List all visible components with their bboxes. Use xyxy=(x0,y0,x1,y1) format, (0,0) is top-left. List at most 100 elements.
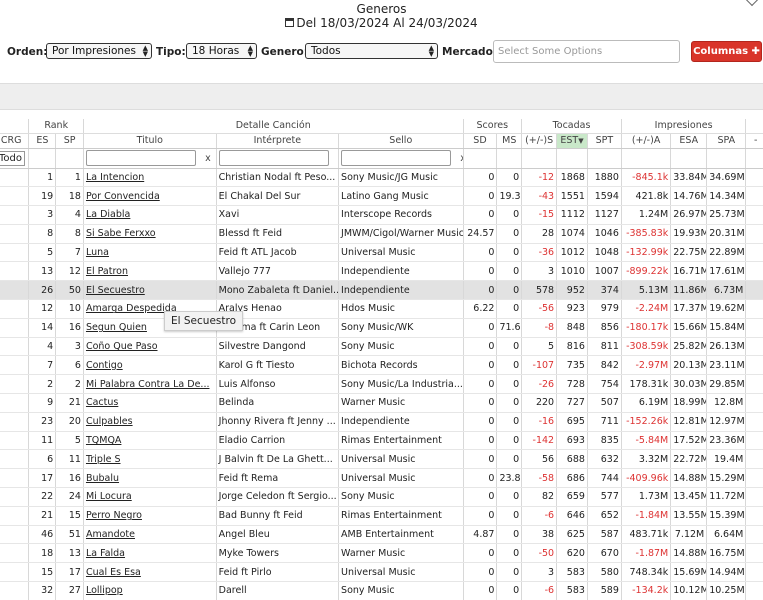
group-rank: Rank xyxy=(28,119,84,134)
table-row[interactable]: 14 16 Segun Quien Maluma ft Carin Leon Sony … xyxy=(0,318,763,338)
cell-last xyxy=(745,525,763,545)
cell-td: -6 xyxy=(521,506,558,526)
cell-sello: Independiente xyxy=(338,412,464,432)
cell-last xyxy=(745,337,763,357)
cell-interprete: Darell xyxy=(216,581,340,600)
col-tocadas-delta[interactable]: (+/-)S xyxy=(521,133,558,149)
song-title-link[interactable]: Cual Es Esa xyxy=(86,567,141,578)
song-title-link[interactable]: Luna xyxy=(86,247,109,258)
song-title-link[interactable]: La Intencion xyxy=(86,172,144,183)
cell-ms: 0 xyxy=(496,337,523,357)
song-title-link[interactable]: Por Convencida xyxy=(86,191,160,202)
table-row[interactable]: 23 20 Culpables Jhonny Rivera ft Jenny ... I… xyxy=(0,412,763,432)
col-es[interactable]: ES xyxy=(28,133,57,149)
crg-filter-select[interactable]: Todo xyxy=(0,150,25,166)
cell-id: 483.71k xyxy=(621,525,672,545)
table-row[interactable]: 13 12 El Patron Vallejo 777 Independiente 0 0 3… xyxy=(0,261,763,282)
table-row[interactable]: 21 15 Perro Negro Bad Bunny ft Feid Rimas En… xyxy=(0,506,763,526)
table-row[interactable]: 6 11 Triple S J Balvin ft De La Ghett... Uni… xyxy=(0,449,763,470)
table-row[interactable]: 15 17 Cual Es Esa Feid ft Pirlo Universal Mu… xyxy=(0,562,763,583)
song-title-link[interactable]: Mi Locura xyxy=(86,491,132,502)
col-spt[interactable]: SPT xyxy=(587,133,622,149)
col-interprete[interactable]: Intérprete xyxy=(216,133,340,149)
table-row[interactable]: 17 16 Bubalu Feid ft Rema Universal Music 0 23… xyxy=(0,468,763,489)
song-title-link[interactable]: La Diabla xyxy=(86,209,130,220)
table-row[interactable]: 2 2 Mi Palabra Contra La De... Luis Alfonso… xyxy=(0,374,763,395)
song-title-link[interactable]: Perro Negro xyxy=(86,510,142,521)
table-row[interactable]: 7 6 Contigo Karol G ft Tiesto Bichota Record… xyxy=(0,355,763,376)
song-title-link[interactable]: TQMQA xyxy=(86,435,121,446)
clear-titulo-filter[interactable]: x xyxy=(202,153,214,164)
columns-button[interactable]: Columnas ✚ xyxy=(691,41,762,62)
col-ms[interactable]: MS xyxy=(496,133,523,149)
tipo-select[interactable]: 18 Horas ▲ ▼ xyxy=(186,43,257,59)
song-title-link[interactable]: El Patron xyxy=(86,266,128,277)
cell-es: 1 xyxy=(28,168,57,188)
table-row[interactable]: 3 4 La Diabla Xavi Interscope Records 0 0 -15 11… xyxy=(0,205,763,225)
song-title-link[interactable]: La Falda xyxy=(86,548,125,559)
cell-crg xyxy=(0,525,30,545)
col-crg[interactable]: CRG xyxy=(0,133,30,149)
clear-sello-filter[interactable]: x xyxy=(457,153,462,164)
genero-select[interactable]: Todos ▲ ▼ xyxy=(305,43,438,59)
col-sp[interactable]: SP xyxy=(55,133,84,149)
cell-es: 12 xyxy=(28,299,57,319)
song-title-link[interactable]: Bubalu xyxy=(86,473,119,484)
song-title-link[interactable]: Coño Que Paso xyxy=(86,341,158,352)
cell-sp: 7 xyxy=(55,243,84,263)
clear-interprete-filter[interactable]: x xyxy=(335,153,338,164)
table-row[interactable]: 11 5 TQMQA Eladio Carrion Rimas Entertainmen… xyxy=(0,431,763,451)
orden-select[interactable]: Por Impresiones ▲ ▼ xyxy=(46,43,152,59)
col-est[interactable]: EST▼ xyxy=(556,133,588,149)
song-title-link[interactable]: Amandote xyxy=(86,529,135,540)
mercado-multiselect[interactable]: Select Some Options xyxy=(493,40,680,63)
col-spa[interactable]: SPA xyxy=(706,133,747,149)
cell-td: 3 xyxy=(521,562,558,583)
cell-es: 6 xyxy=(28,449,57,470)
col-esa[interactable]: ESA xyxy=(670,133,708,149)
song-title-link[interactable]: Cactus xyxy=(86,397,118,408)
song-title-link[interactable]: Triple S xyxy=(86,454,121,465)
song-title-link[interactable]: Segun Quien xyxy=(86,322,147,333)
cell-crg xyxy=(0,168,30,188)
song-title-link[interactable]: Si Sabe Ferxxo xyxy=(86,228,156,239)
table-row[interactable]: 19 18 Por Convencida El Chakal Del Sur Latin… xyxy=(0,186,763,207)
cell-es: 4 xyxy=(28,337,57,357)
col-sd[interactable]: SD xyxy=(463,133,498,149)
cell-spa: 15.84M xyxy=(706,318,747,338)
table-row[interactable]: 18 13 La Falda Myke Towers Warner Music 0 0 -50… xyxy=(0,543,763,564)
cell-id: -409.96k xyxy=(621,468,672,489)
cell-interprete: Jorge Celedon ft Sergio... xyxy=(216,487,340,507)
table-row[interactable]: 22 24 Mi Locura Jorge Celedon ft Sergio... S… xyxy=(0,487,763,507)
cell-sello: Universal Music xyxy=(338,468,464,489)
table-row[interactable]: 9 21 Cactus Belinda Warner Music 0 0 220 727 507 6… xyxy=(0,393,763,413)
table-row[interactable]: 8 8 Si Sabe Ferxxo Blessd ft Feid JMWM/Cigol… xyxy=(0,224,763,244)
interprete-filter-input[interactable] xyxy=(218,150,329,166)
col-titulo[interactable]: Titulo xyxy=(83,133,217,149)
cell-crg xyxy=(0,449,30,470)
col-impresiones-delta[interactable]: (+/-)A xyxy=(621,133,672,149)
col-sello[interactable]: Sello xyxy=(338,133,464,149)
titulo-filter-input[interactable] xyxy=(85,150,196,166)
cell-td: 3 xyxy=(521,261,558,282)
song-title-link[interactable]: Lollipop xyxy=(86,585,123,596)
table-row[interactable]: 1 1 La Intencion Christian Nodal ft Peso...… xyxy=(0,168,763,188)
song-title-link[interactable]: Culpables xyxy=(86,416,133,427)
cell-sp: 10 xyxy=(55,299,84,319)
song-title-link[interactable]: Mi Palabra Contra La De... xyxy=(86,379,210,390)
cell-sd: 0 xyxy=(463,374,498,395)
cell-esa: 19.93M xyxy=(670,224,708,244)
table-row[interactable]: 46 51 Amandote Angel Bleu AMB Entertainment 4… xyxy=(0,525,763,545)
cell-sd: 0 xyxy=(463,468,498,489)
table-row[interactable]: 26 50 El Secuestro Mono Zabaleta ft Daniel.… xyxy=(0,280,763,301)
song-title-link[interactable]: Contigo xyxy=(86,360,123,371)
table-row[interactable]: 32 27 Lollipop Darell Sony Music 0 0 -6 583 589 -1… xyxy=(0,581,763,600)
sello-filter-input[interactable] xyxy=(341,150,452,166)
song-title-link[interactable]: El Secuestro xyxy=(86,285,145,296)
table-row[interactable]: 4 3 Coño Que Paso Silvestre Dangond Sony Mus… xyxy=(0,337,763,357)
table-row[interactable]: 5 7 Luna Feid ft ATL Jacob Universal Music 0 0… xyxy=(0,243,763,263)
cell-crg xyxy=(0,506,30,526)
col-last[interactable]: - xyxy=(745,133,763,149)
table-row[interactable]: 12 10 Amarga Despedida Aralys Henao Hdos Mus… xyxy=(0,299,763,319)
tipo-label: Tipo: xyxy=(156,46,186,58)
